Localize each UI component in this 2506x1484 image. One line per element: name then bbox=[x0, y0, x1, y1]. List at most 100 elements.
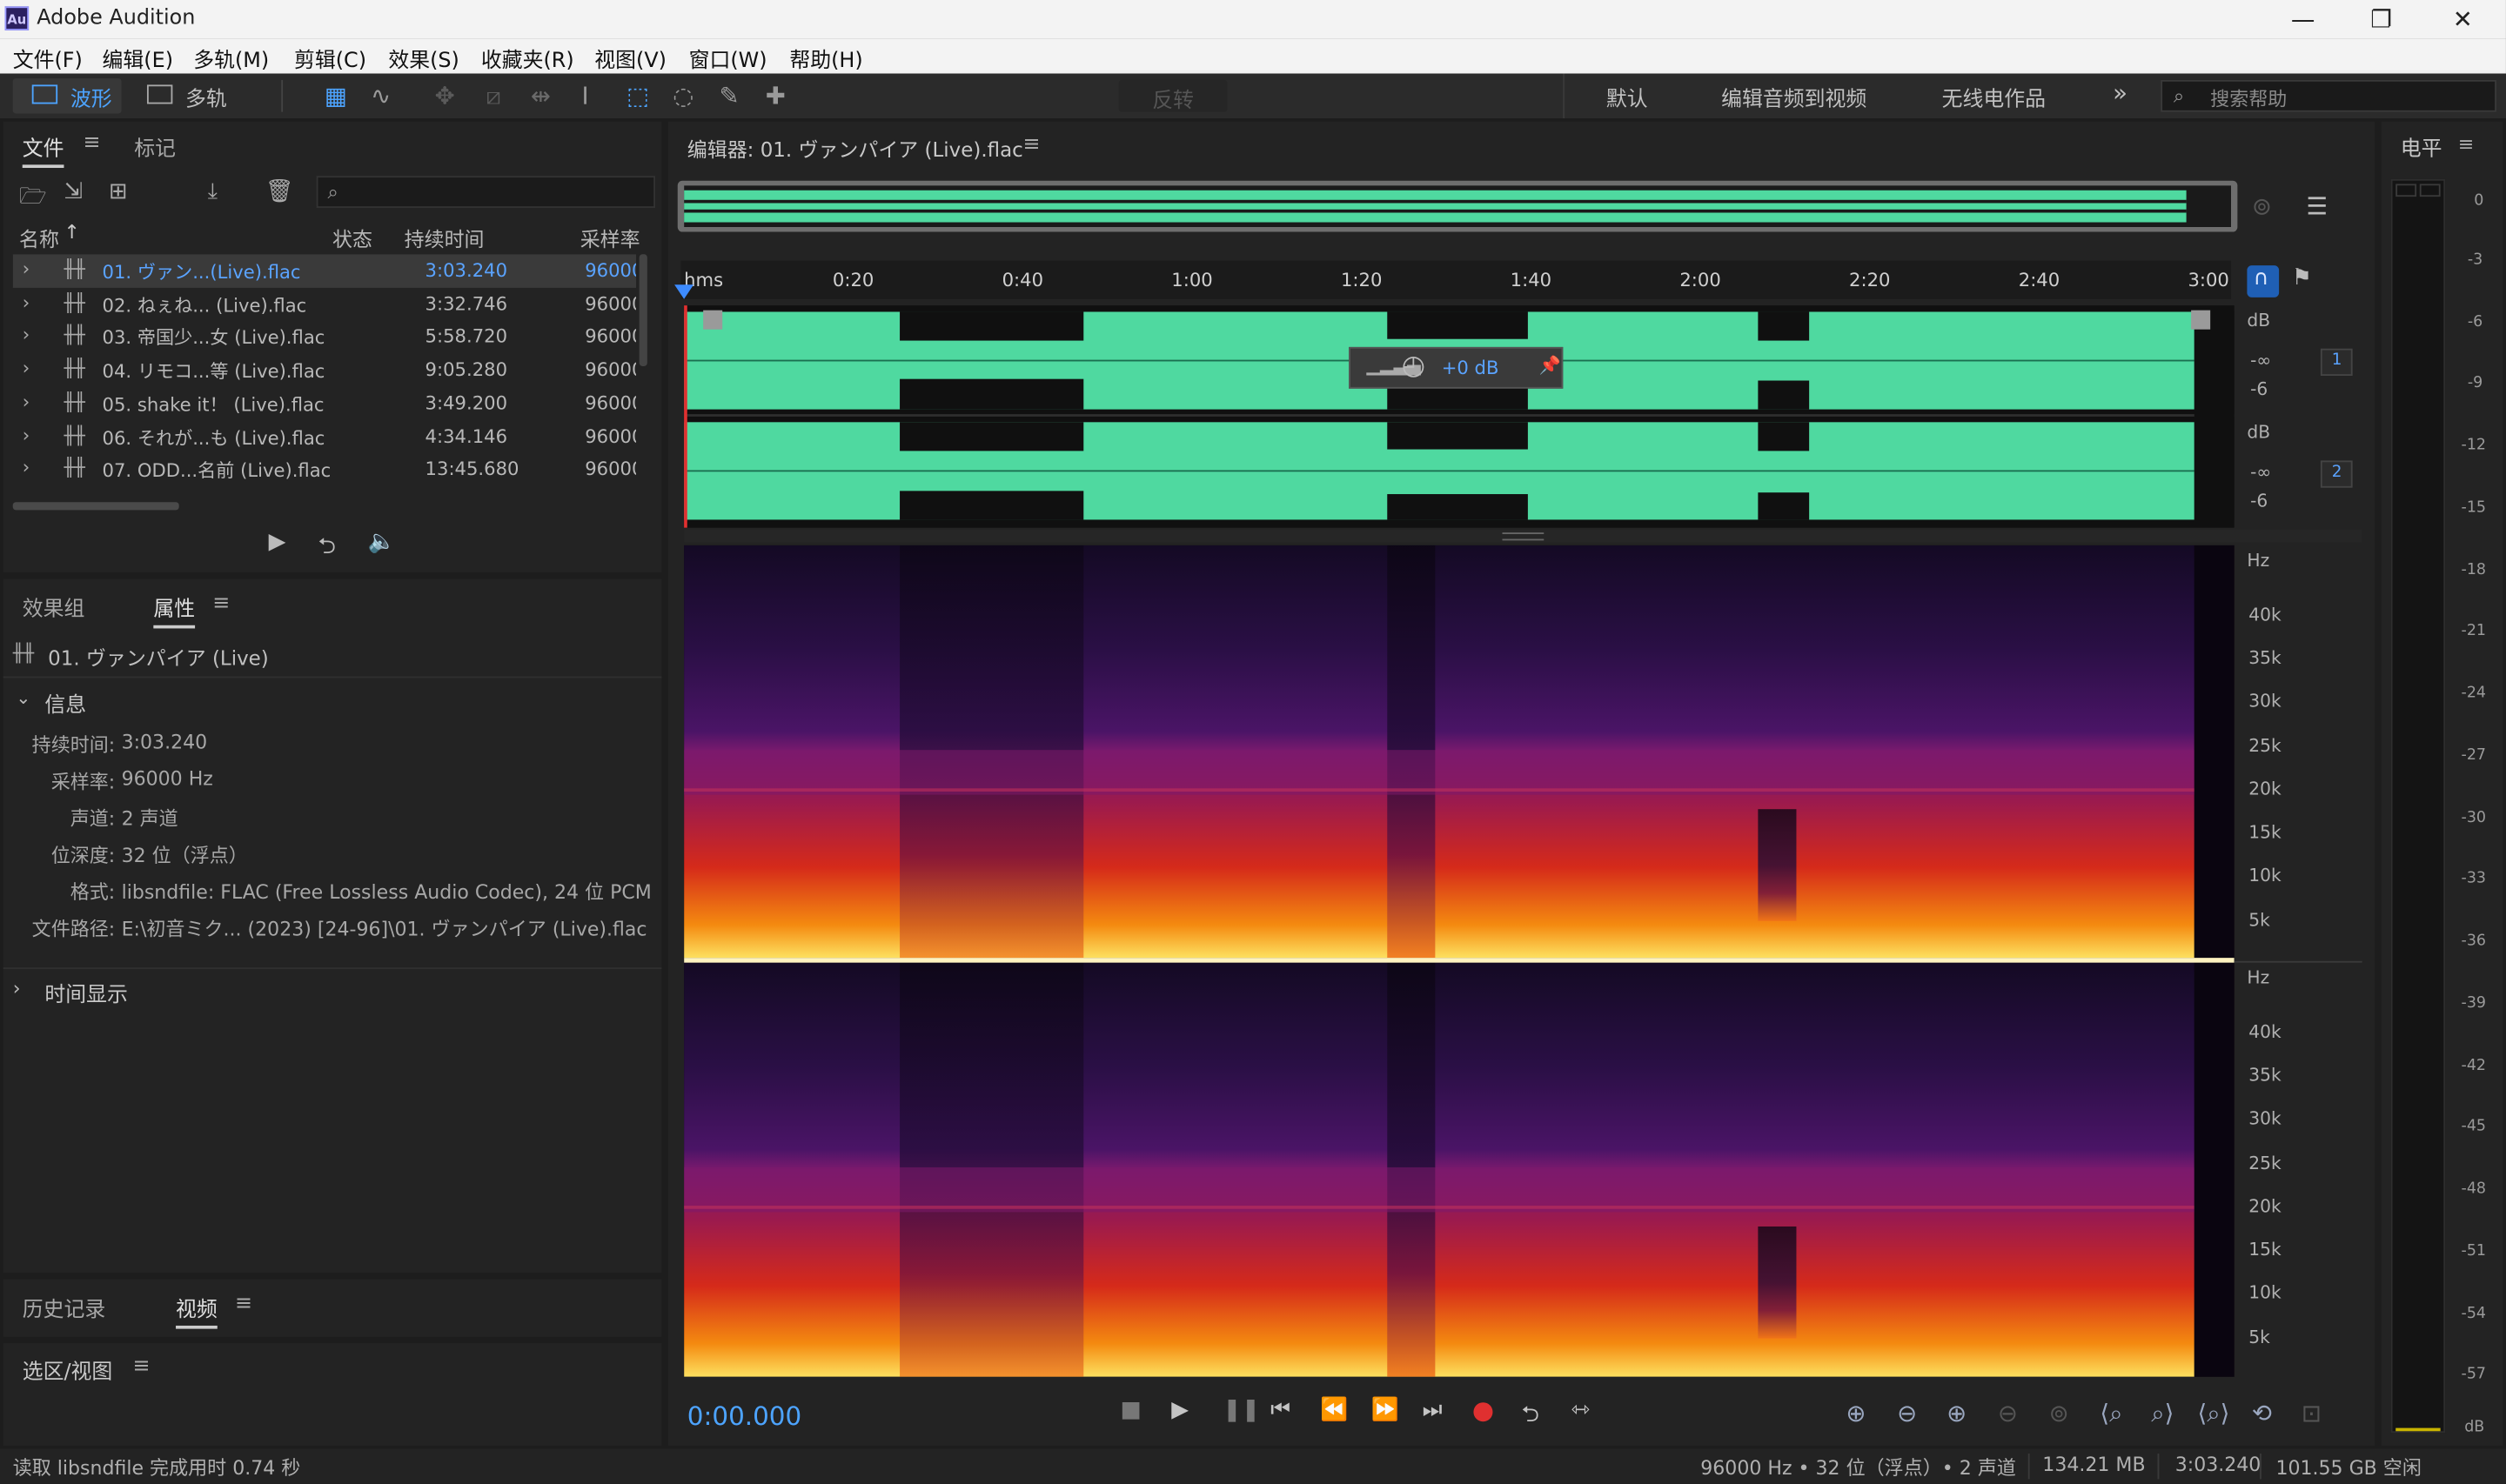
column-status[interactable]: 状态 bbox=[332, 223, 372, 253]
file-row[interactable]: › ╫╫ 05. shake it！ (Live).flac 3:49.200 … bbox=[13, 386, 636, 419]
fade-in-handle[interactable] bbox=[703, 310, 723, 330]
delete-icon[interactable]: 🗑 bbox=[265, 179, 294, 204]
slip-tool-icon[interactable]: ⇹ bbox=[531, 82, 551, 110]
expand-chevron-icon[interactable]: › bbox=[23, 324, 30, 346]
expand-chevron-icon[interactable]: › bbox=[13, 977, 21, 999]
zoom-in-time-icon[interactable]: ⊕ bbox=[1947, 1400, 1967, 1428]
waveform-view-button[interactable]: 波形 bbox=[12, 78, 122, 114]
column-name[interactable]: 名称 bbox=[19, 223, 59, 253]
zoom-in-at-start-icon[interactable]: ⟨⌕ bbox=[2100, 1400, 2122, 1428]
expand-chevron-icon[interactable]: › bbox=[23, 390, 30, 412]
menu-effects[interactable]: 效果(S) bbox=[388, 43, 459, 74]
overview-options-icon[interactable]: ☰ bbox=[2306, 192, 2328, 221]
workspace-radio-production[interactable]: 无线电作品 bbox=[1942, 82, 2046, 112]
files-panel-menu-icon[interactable]: ≡ bbox=[84, 131, 101, 156]
spectral-display[interactable] bbox=[684, 545, 2235, 1377]
waveform-display[interactable]: ▁▂▃▄ ◴ +0 dB 📌 bbox=[684, 305, 2235, 528]
spectral-divider[interactable] bbox=[684, 529, 2362, 543]
stop-icon[interactable]: ■ bbox=[1121, 1398, 1142, 1423]
video-menu-icon[interactable]: ≡ bbox=[235, 1292, 252, 1316]
insert-into-multitrack-icon[interactable]: ⤓ bbox=[208, 179, 218, 204]
go-to-end-icon[interactable]: ⏭ bbox=[1423, 1398, 1443, 1423]
search-input[interactable]: 搜索帮助 bbox=[2210, 84, 2287, 111]
zoom-navigator-icon[interactable]: ⊚ bbox=[2252, 192, 2272, 221]
menu-multitrack[interactable]: 多轨(M) bbox=[193, 43, 269, 74]
selection-view-menu-icon[interactable]: ≡ bbox=[132, 1354, 150, 1379]
volume-hud[interactable]: ▁▂▃▄ ◴ +0 dB 📌 bbox=[1349, 346, 1564, 389]
loop-playback-icon[interactable]: ⮌ bbox=[1522, 1398, 1540, 1436]
fade-out-handle[interactable] bbox=[2191, 310, 2211, 330]
menu-help[interactable]: 帮助(H) bbox=[789, 43, 862, 74]
fast-forward-icon[interactable]: ⏩ bbox=[1371, 1398, 1399, 1423]
gain-knob-icon[interactable]: ◴ bbox=[1402, 351, 1425, 383]
tab-video[interactable]: 视频 bbox=[176, 1292, 218, 1329]
spot-healing-tool-icon[interactable]: ✚ bbox=[766, 82, 786, 110]
snap-toggle-button[interactable]: ∩ bbox=[2247, 265, 2280, 297]
file-row[interactable]: › ╫╫ 07. ODD...名前 (Live).flac 13:45.680 … bbox=[13, 453, 636, 486]
zoom-to-selection-icon[interactable]: ⟨⌕⟩ bbox=[2197, 1400, 2229, 1428]
channel-1-toggle[interactable]: 1 bbox=[2320, 348, 2353, 377]
move-tool-icon[interactable]: ✥ bbox=[435, 82, 455, 110]
pitch-display-icon[interactable]: ∿ bbox=[371, 82, 391, 110]
time-display-section-header[interactable]: 时间显示 bbox=[44, 977, 128, 1008]
clip-indicator-right[interactable] bbox=[2419, 184, 2441, 197]
menu-file[interactable]: 文件(F) bbox=[13, 43, 83, 74]
info-section-header[interactable]: 信息 bbox=[44, 687, 86, 719]
expand-chevron-icon[interactable]: › bbox=[23, 456, 30, 478]
open-file-icon[interactable]: 🗁 bbox=[19, 179, 47, 217]
new-file-icon[interactable]: ⊞ bbox=[109, 179, 128, 204]
expand-chevron-icon[interactable]: › bbox=[23, 357, 30, 379]
skip-selection-icon[interactable]: ⇿ bbox=[1571, 1398, 1590, 1423]
hud-gain-value[interactable]: +0 dB bbox=[1442, 357, 1499, 379]
editor-menu-icon[interactable]: ≡ bbox=[1022, 133, 1040, 157]
marker-icon[interactable]: ⚑ bbox=[2292, 265, 2312, 291]
zoom-full-icon[interactable]: ⊡ bbox=[2302, 1400, 2322, 1428]
file-filter-input[interactable]: ⌕ bbox=[316, 176, 656, 208]
menu-edit[interactable]: 编辑(E) bbox=[103, 43, 173, 74]
file-row[interactable]: › ╫╫ 01. ヴァン...(Live).flac 3:03.240 9600… bbox=[12, 254, 637, 288]
channel-2-toggle[interactable]: 2 bbox=[2320, 460, 2353, 488]
workspace-default[interactable]: 默认 bbox=[1606, 82, 1648, 112]
go-to-start-icon[interactable]: ⏮ bbox=[1270, 1398, 1290, 1423]
zoom-in-amplitude-icon[interactable]: ⊕ bbox=[1846, 1400, 1866, 1428]
minimize-button[interactable]: — bbox=[2266, 0, 2339, 38]
timeline-ruler[interactable] bbox=[680, 260, 2232, 299]
pause-icon[interactable]: ❚❚ bbox=[1223, 1398, 1260, 1423]
tab-history[interactable]: 历史记录 bbox=[23, 1292, 106, 1323]
workspace-edit-audio-to-video[interactable]: 编辑音频到视频 bbox=[1721, 82, 1866, 112]
tab-selection-view[interactable]: 选区/视图 bbox=[23, 1354, 113, 1385]
vertical-scrollbar[interactable] bbox=[639, 254, 647, 366]
menu-favorites[interactable]: 收藏夹(R) bbox=[481, 43, 574, 74]
expand-chevron-icon[interactable]: › bbox=[23, 423, 30, 445]
pin-icon[interactable]: 📌 bbox=[1539, 355, 1561, 376]
zoom-in-at-end-icon[interactable]: ⌕⟩ bbox=[2151, 1400, 2174, 1428]
record-button[interactable] bbox=[1473, 1402, 1493, 1422]
file-row[interactable]: › ╫╫ 06. それが...も (Live).flac 4:34.146 96… bbox=[13, 420, 636, 453]
expand-chevron-icon[interactable]: › bbox=[23, 257, 30, 280]
current-time-display[interactable]: 0:00.000 bbox=[687, 1400, 801, 1431]
file-row[interactable]: › ╫╫ 03. 帝国少...女 (Live).flac 5:58.720 96… bbox=[13, 320, 636, 353]
marquee-tool-icon[interactable]: ⬚ bbox=[626, 82, 649, 110]
import-file-icon[interactable]: ⇲ bbox=[64, 179, 83, 204]
file-row[interactable]: › ╫╫ 04. リモコ...等 (Live).flac 9:05.280 96… bbox=[13, 353, 636, 386]
horizontal-scrollbar[interactable] bbox=[12, 502, 179, 511]
zoom-out-amplitude-icon[interactable]: ⊖ bbox=[1897, 1400, 1917, 1428]
help-search-box[interactable]: ⌕ 搜索帮助 bbox=[2161, 79, 2496, 112]
play-icon[interactable]: ▶ bbox=[1171, 1398, 1189, 1423]
preview-play-icon[interactable]: ▶ bbox=[269, 529, 286, 554]
clip-indicator-left[interactable] bbox=[2395, 184, 2417, 197]
more-workspaces-icon[interactable]: » bbox=[2113, 78, 2127, 107]
file-row[interactable]: › ╫╫ 02. ねぇね... (Live).flac 3:32.746 960… bbox=[13, 287, 636, 320]
lasso-tool-icon[interactable]: ◌ bbox=[673, 82, 694, 110]
tab-effects-rack[interactable]: 效果组 bbox=[23, 592, 85, 623]
properties-menu-icon[interactable]: ≡ bbox=[212, 592, 230, 616]
rewind-icon[interactable]: ⏪ bbox=[1320, 1398, 1348, 1423]
tab-markers[interactable]: 标记 bbox=[134, 131, 176, 162]
spectral-display-icon[interactable]: ▦ bbox=[325, 82, 347, 110]
expand-chevron-icon[interactable]: › bbox=[23, 291, 30, 313]
tab-properties[interactable]: 属性 bbox=[153, 592, 196, 629]
brush-tool-icon[interactable]: ✎ bbox=[720, 82, 740, 110]
time-selection-tool-icon[interactable]: I bbox=[582, 82, 589, 110]
restore-button[interactable]: ❐ bbox=[2344, 0, 2417, 38]
multitrack-view-button[interactable]: 多轨 bbox=[134, 78, 243, 113]
